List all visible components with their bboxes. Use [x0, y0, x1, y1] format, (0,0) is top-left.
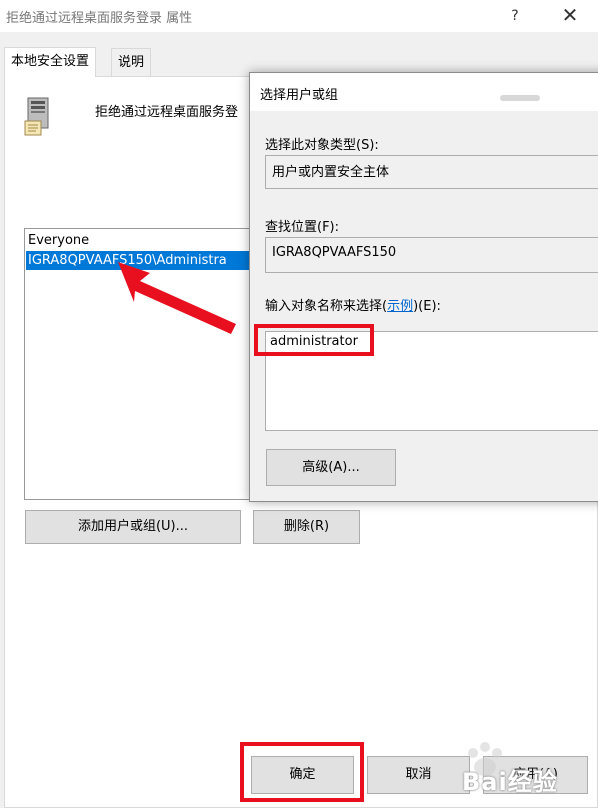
- location-field: IGRA8QPVAAFS150: [265, 237, 598, 273]
- location-label: 查找位置(F):: [265, 220, 340, 235]
- tab-local-security-setting[interactable]: 本地安全设置: [4, 47, 97, 77]
- policy-title: 拒绝通过远程桌面服务登: [95, 105, 239, 120]
- help-button[interactable]: ?: [500, 0, 530, 32]
- object-name-label-prefix: 输入对象名称来选择(: [265, 299, 388, 314]
- close-button[interactable]: ✕: [548, 0, 592, 32]
- select-users-dialog: 选择用户或组 选择此对象类型(S): 用户或内置安全主体 查找位置(F): IG…: [249, 72, 598, 502]
- watermark-text: Bai经验: [462, 768, 558, 796]
- title-bar: 拒绝通过远程桌面服务登录 属性 ? ✕: [0, 0, 598, 32]
- object-name-label-suffix: )(E):: [413, 299, 441, 314]
- add-user-or-group-button[interactable]: 添加用户或组(U)...: [25, 510, 241, 544]
- list-item-everyone[interactable]: Everyone: [28, 231, 89, 250]
- advanced-button[interactable]: 高级(A)...: [266, 449, 396, 486]
- blurred-region: [500, 95, 540, 101]
- object-type-field: 用户或内置安全主体: [265, 155, 598, 189]
- examples-link[interactable]: 示例: [387, 299, 413, 314]
- ok-button-highlight: [240, 742, 364, 802]
- server-icon: [24, 97, 49, 136]
- name-input-highlight: [254, 324, 374, 356]
- list-item-administrator[interactable]: IGRA8QPVAAFS150\Administra: [26, 251, 251, 270]
- object-name-label: 输入对象名称来选择(示例)(E):: [265, 295, 441, 314]
- dialog-title-bar: 选择用户或组: [250, 73, 598, 111]
- window-title: 拒绝通过远程桌面服务登录 属性: [6, 11, 193, 26]
- remove-button[interactable]: 删除(R): [253, 510, 360, 544]
- object-type-label: 选择此对象类型(S):: [265, 138, 379, 153]
- users-list[interactable]: Everyone IGRA8QPVAAFS150\Administra: [24, 228, 252, 500]
- dialog-title: 选择用户或组: [260, 88, 339, 103]
- tab-description[interactable]: 说明: [111, 48, 152, 76]
